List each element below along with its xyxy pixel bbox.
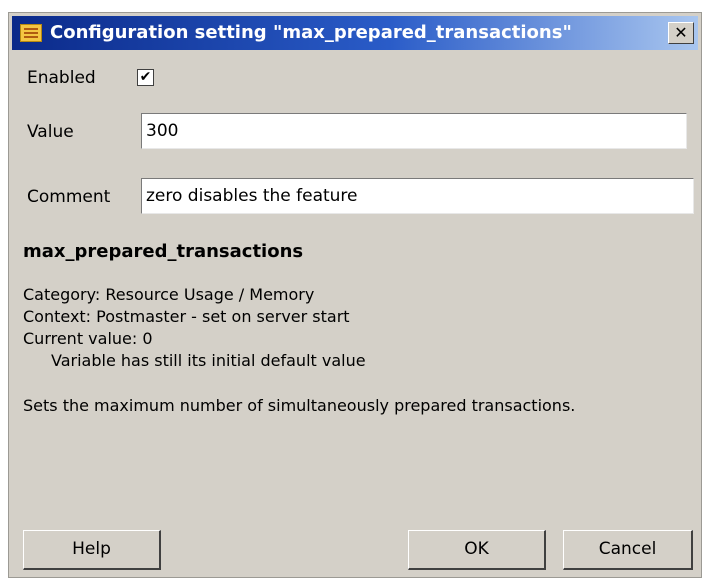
settings-list-icon [20,24,42,42]
title-bar[interactable]: Configuration setting "max_prepared_tran… [12,16,698,50]
description-text: Sets the maximum number of simultaneousl… [23,396,576,415]
comment-input[interactable]: zero disables the feature [141,178,694,214]
checkmark-icon: ✔ [139,69,152,85]
category-text: Category: Resource Usage / Memory [23,285,315,304]
default-note-text: Variable has still its initial default v… [51,351,366,370]
help-button[interactable]: Help [23,530,161,570]
window-title: Configuration setting "max_prepared_tran… [50,22,572,43]
cancel-button[interactable]: Cancel [563,530,693,570]
close-icon: ✕ [674,23,688,42]
context-text: Context: Postmaster - set on server star… [23,307,350,326]
close-button[interactable]: ✕ [668,22,694,44]
config-setting-dialog: Configuration setting "max_prepared_tran… [8,12,702,578]
value-input[interactable]: 300 [141,113,687,149]
value-label: Value [27,122,74,142]
setting-name-heading: max_prepared_transactions [23,241,304,262]
current-value-text: Current value: 0 [23,329,153,348]
ok-button[interactable]: OK [408,530,546,570]
enabled-label: Enabled [27,68,96,88]
comment-label: Comment [27,187,111,207]
enabled-checkbox[interactable]: ✔ [137,69,154,86]
